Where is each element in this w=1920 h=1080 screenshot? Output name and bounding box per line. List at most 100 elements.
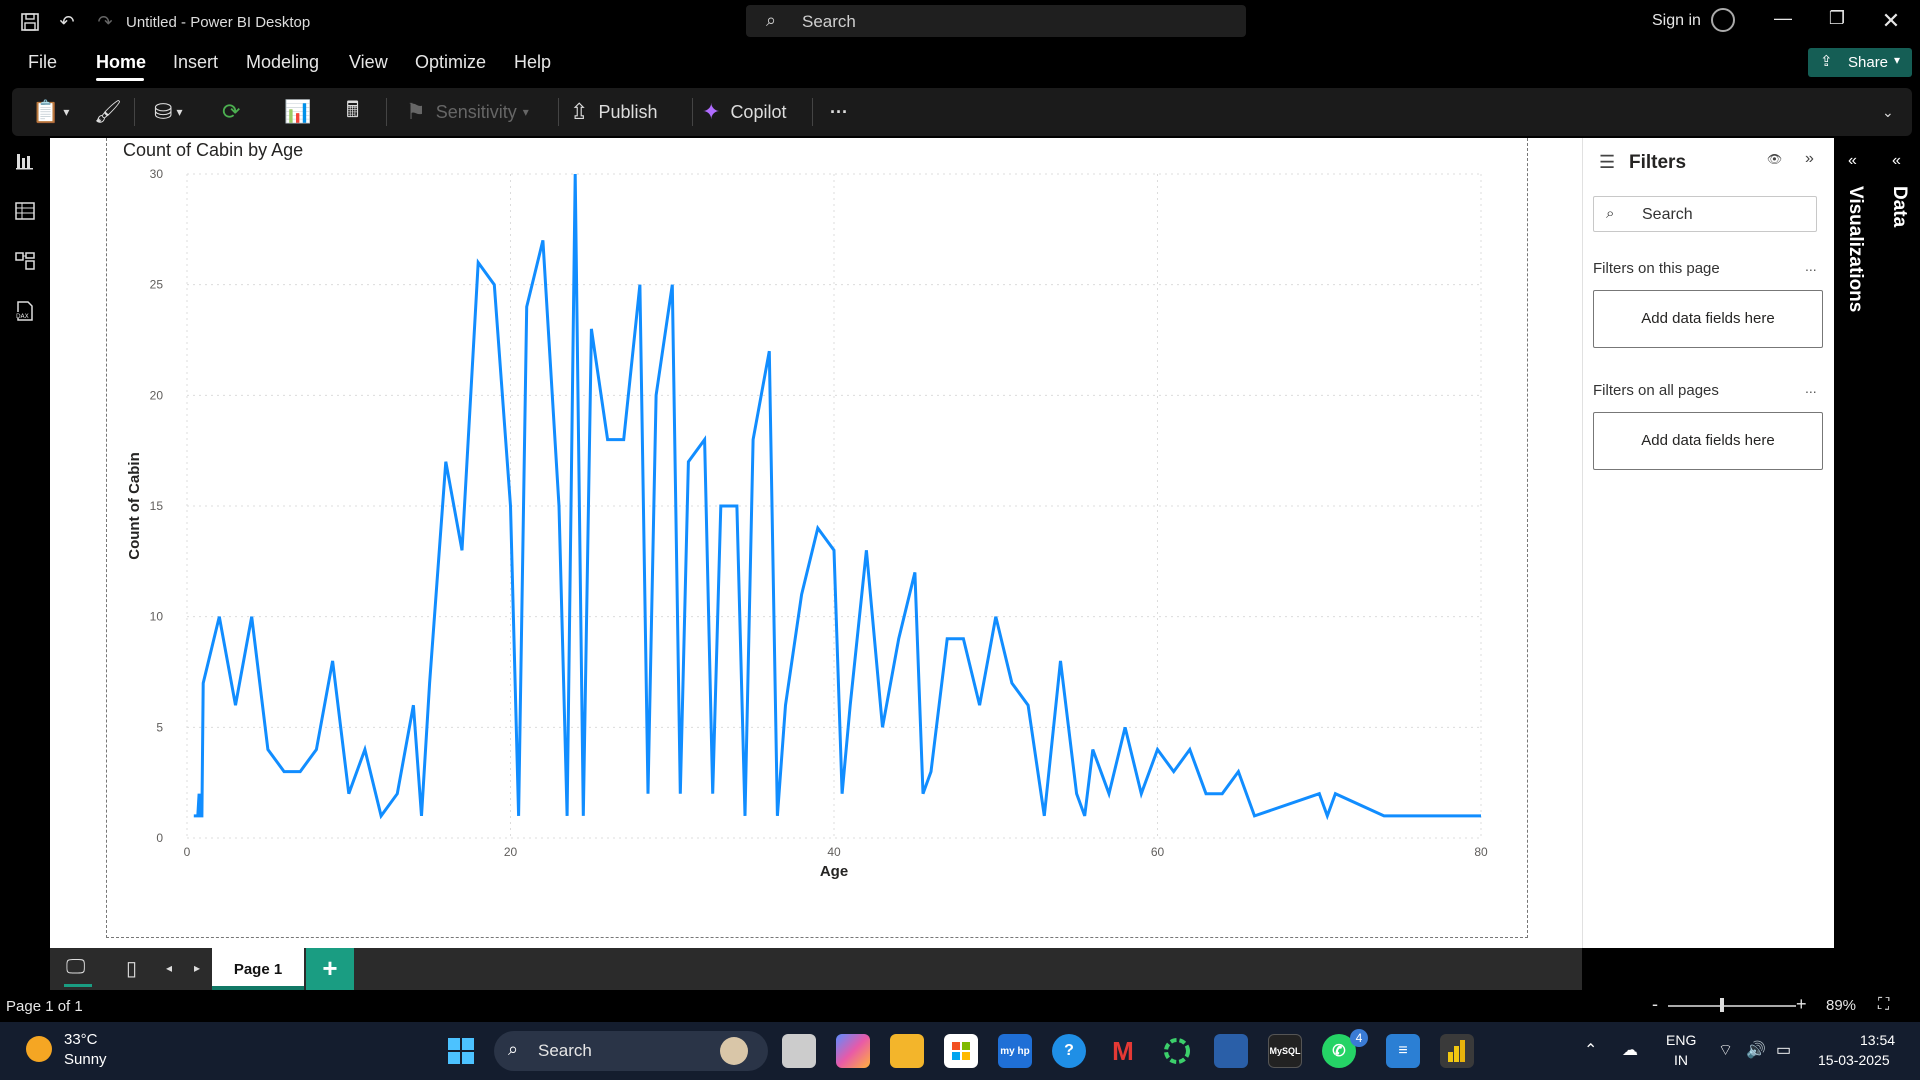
refresh-button[interactable]: ⟳ [222, 96, 240, 128]
database-icon: ⛁ [154, 99, 173, 124]
menu-view[interactable]: View [349, 52, 388, 73]
microsoft-store-icon[interactable] [944, 1034, 978, 1068]
sign-in-link[interactable]: Sign in [1652, 12, 1701, 30]
weather-description[interactable]: Sunny [64, 1051, 107, 1068]
menu-insert[interactable]: Insert [173, 52, 218, 73]
expand-data-icon[interactable]: « [1892, 152, 1901, 170]
page-tab-1[interactable]: Page 1 [212, 948, 304, 990]
data-rail[interactable]: « Data [1878, 138, 1920, 948]
filters-all-drop-zone[interactable]: Add data fields here [1593, 412, 1823, 470]
wifi-icon[interactable]: ⌔ [1718, 1040, 1733, 1060]
file-explorer-icon[interactable] [890, 1034, 924, 1068]
menu-optimize[interactable]: Optimize [415, 52, 486, 73]
get-data-button[interactable]: ⛁ ▾ [154, 96, 182, 128]
prev-page-icon[interactable]: ◂ [166, 961, 172, 975]
volume-icon[interactable]: 🔊 [1746, 1040, 1766, 1060]
fit-to-page-icon[interactable]: ⛶ [1878, 996, 1889, 1014]
task-view-icon[interactable] [782, 1034, 816, 1068]
paste-button[interactable]: 📋 ▾ [32, 96, 69, 128]
close-icon[interactable]: ✕ [1876, 8, 1906, 36]
expand-visualizations-icon[interactable]: « [1848, 152, 1857, 170]
windows-start-icon[interactable] [444, 1034, 478, 1068]
notepad-icon[interactable]: ≡ [1386, 1034, 1420, 1068]
ribbon-separator [812, 98, 813, 126]
menu-modeling[interactable]: Modeling [246, 52, 319, 73]
weather-temperature[interactable]: 33°C [64, 1031, 98, 1048]
mysql-workbench-icon[interactable] [1214, 1034, 1248, 1068]
filters-page-more-button[interactable]: ... [1805, 258, 1817, 274]
collapse-filters-icon[interactable]: » [1805, 150, 1814, 168]
title-search-box[interactable]: ⌕ Search [746, 5, 1246, 37]
new-measure-button[interactable]: 🖩 [346, 96, 359, 128]
copilot-app-icon[interactable] [836, 1034, 870, 1068]
visualizations-rail[interactable]: « Visualizations [1834, 138, 1878, 948]
filters-all-more-button[interactable]: ... [1805, 380, 1817, 396]
filters-search-input[interactable]: ⌕ Search [1593, 196, 1817, 232]
sensitivity-button[interactable]: ⚑ Sensitivity ▾ [406, 96, 529, 128]
sync-app-icon[interactable] [1160, 1034, 1194, 1068]
chevron-up-icon[interactable]: ⌃ [1584, 1040, 1597, 1060]
share-icon: ⇪ [1820, 53, 1833, 70]
share-button[interactable]: ⇪ Share ▾ [1808, 48, 1912, 77]
title-search-placeholder: Search [802, 12, 856, 31]
filters-search-placeholder: Search [1642, 206, 1693, 223]
zoom-in-button[interactable]: + [1796, 994, 1807, 1015]
region-label[interactable]: IN [1674, 1052, 1688, 1068]
mysql-shell-icon[interactable]: MySQL [1268, 1034, 1302, 1068]
report-view-icon[interactable] [12, 150, 38, 176]
myhp-icon[interactable]: my hp [998, 1034, 1032, 1068]
save-icon[interactable] [18, 10, 42, 34]
format-painter-button[interactable]: 🖌 [94, 96, 122, 128]
minimize-icon[interactable]: — [1768, 8, 1798, 36]
x-tick-label: 60 [1151, 845, 1165, 859]
clock-time[interactable]: 13:54 [1860, 1032, 1895, 1048]
undo-icon[interactable]: ↶ [55, 10, 79, 34]
menu-bar: File Home Insert Modeling View Optimize … [0, 44, 1920, 84]
table-view-icon[interactable] [12, 200, 38, 226]
help-icon[interactable]: ? [1052, 1034, 1086, 1068]
clock-date[interactable]: 15-03-2025 [1818, 1052, 1890, 1068]
status-bar: Page 1 of 1 - + 89% ⛶ [0, 990, 1920, 1022]
zoom-out-button[interactable]: - [1652, 994, 1658, 1015]
chevron-down-icon: ▾ [63, 105, 70, 119]
zoom-slider-thumb[interactable] [1720, 998, 1724, 1012]
desktop-layout-underline [64, 984, 92, 987]
mcafee-icon[interactable]: M [1106, 1034, 1140, 1068]
restore-icon[interactable]: ❐ [1822, 8, 1852, 36]
menu-file[interactable]: File [28, 52, 57, 73]
model-view-icon[interactable] [12, 250, 38, 276]
copilot-button[interactable]: ✦ Copilot [702, 96, 786, 128]
onedrive-icon[interactable]: ☁ [1622, 1040, 1638, 1060]
publish-button[interactable]: ⇫ Publish [570, 96, 657, 128]
language-label[interactable]: ENG [1666, 1032, 1696, 1048]
mobile-layout-icon[interactable]: ▯ [126, 956, 137, 981]
filters-page-drop-zone[interactable]: Add data fields here [1593, 290, 1823, 348]
sensitivity-icon: ⚑ [406, 99, 426, 124]
line-chart-visual[interactable]: 0 5 10 15 20 25 30 0 20 40 60 80 Age Count of Cabin C… [106, 138, 1528, 938]
taskbar-search-box[interactable]: ⌕ Search [494, 1031, 768, 1071]
share-chevron-icon: ▾ [1894, 53, 1901, 67]
more-options-button[interactable]: ··· [830, 96, 848, 128]
dax-query-view-icon[interactable]: DAX [12, 300, 38, 326]
sun-icon[interactable] [26, 1036, 52, 1062]
page-indicator: Page 1 of 1 [6, 998, 83, 1015]
zoom-slider[interactable] [1668, 1005, 1796, 1007]
refresh-icon: ⟳ [222, 99, 241, 124]
redo-icon[interactable]: ↷ [93, 10, 117, 34]
search-highlight-icon [720, 1037, 748, 1065]
account-avatar-icon[interactable] [1711, 8, 1735, 32]
eye-icon[interactable]: 👁 [1767, 152, 1782, 166]
windows-taskbar: 33°C Sunny ⌕ Search my hp ? M MySQL ✆ 4 … [0, 1022, 1920, 1080]
desktop-layout-icon[interactable]: 🖵 [66, 956, 85, 979]
menu-help[interactable]: Help [514, 52, 551, 73]
ribbon-collapse-chevron-icon[interactable]: ⌄ [1882, 96, 1894, 128]
publish-label: Publish [598, 101, 658, 122]
add-page-button[interactable]: + [306, 948, 354, 990]
power-bi-icon[interactable] [1440, 1034, 1474, 1068]
battery-icon[interactable]: ▭ [1776, 1040, 1791, 1060]
next-page-icon[interactable]: ▸ [194, 961, 200, 975]
zoom-level: 89% [1826, 997, 1857, 1014]
menu-home[interactable]: Home [96, 52, 146, 73]
calculator-icon: 🖩 [346, 97, 360, 122]
new-visual-button[interactable]: 📊 [284, 96, 311, 128]
